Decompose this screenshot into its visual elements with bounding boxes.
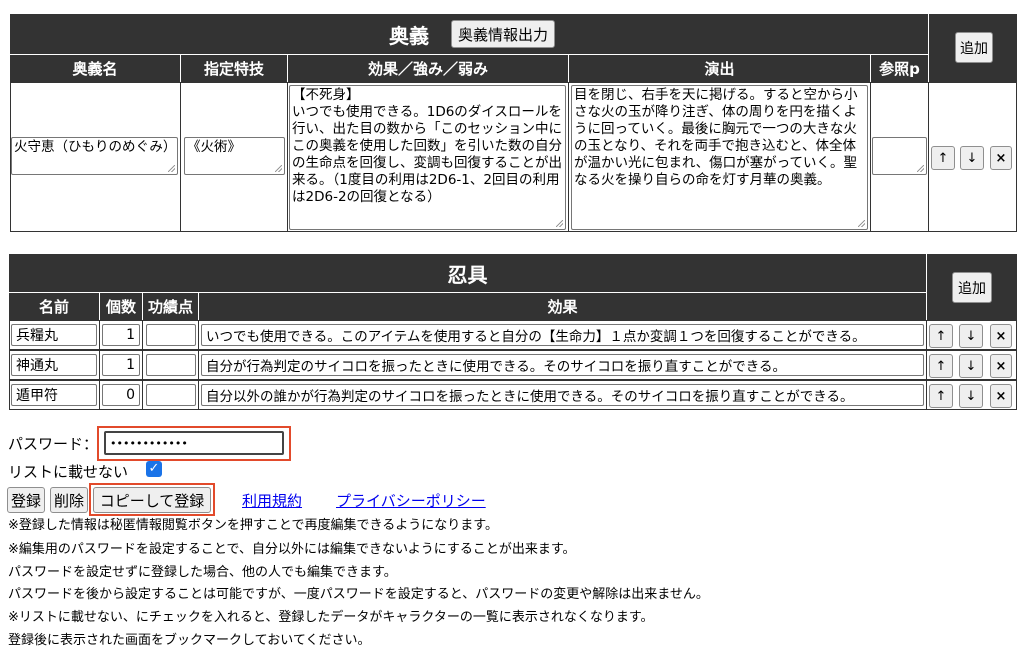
password-input[interactable]: •••••••••••• xyxy=(104,431,284,455)
ougi-performance-field[interactable]: 目を閉じ、右手を天に掲げる。すると空から小さな火の玉が降り注ぎ、体の周りを円を描… xyxy=(571,85,868,230)
ningu-header-name: 名前 xyxy=(9,293,99,320)
note-line: パスワードを後から設定することは可能ですが、一度パスワードを設定すると、パスワー… xyxy=(8,587,709,602)
ningu-move-up-button[interactable]: ↑ xyxy=(929,384,953,408)
ningu-delete-button[interactable]: × xyxy=(990,384,1012,408)
ningu-merit-field[interactable] xyxy=(146,354,196,376)
ningu-move-up-button[interactable]: ↑ xyxy=(929,324,953,348)
ningu-effect-field[interactable]: いつでも使用できる。このアイテムを使用すると自分の【生命力】１点か変調１つを回復… xyxy=(201,324,924,346)
ougi-header-skill: 指定特技 xyxy=(181,55,287,82)
note-line: 登録後に表示された画面をブックマークしておいてください。 xyxy=(8,633,371,648)
privacy-link[interactable]: プライバシーポリシー xyxy=(336,490,486,511)
ougi-title: 奥義 xyxy=(389,23,429,48)
ningu-header-merit: 功績点 xyxy=(143,293,198,320)
ougi-header-performance: 演出 xyxy=(569,55,870,82)
note-line: ※登録した情報は秘匿情報閲覧ボタンを押すことで再度編集できるようになります。 xyxy=(8,518,498,533)
ougi-add-button[interactable]: 追加 xyxy=(955,32,993,63)
delete-button[interactable]: 削除 xyxy=(50,487,88,513)
ningu-name-field[interactable]: 遁甲符 xyxy=(11,384,97,406)
ningu-table: 忍具 追加 名前 個数 功績点 効果 兵糧丸 1 いつでも使用できる。このアイテ… xyxy=(9,254,1017,410)
check-icon: ✓ xyxy=(148,461,160,476)
password-label: パスワード： xyxy=(8,435,99,453)
ougi-header-page: 参照p xyxy=(871,55,928,82)
ougi-skill-field[interactable]: 《火術》 xyxy=(184,137,285,175)
ningu-add-button[interactable]: 追加 xyxy=(952,272,992,303)
ningu-title: 忍具 xyxy=(447,262,488,287)
note-line: ※編集用のパスワードを設定することで、自分以外には編集できないようにすることが出… xyxy=(8,542,576,557)
ougi-name-field[interactable]: 火守恵（ひもりのめぐみ） xyxy=(11,137,178,175)
ningu-merit-field[interactable] xyxy=(146,384,196,406)
ougi-table: 奥義 奥義情報出力 追加 奥義名 指定特技 効果／強み／弱み 演出 参照p 火守… xyxy=(10,14,1017,232)
unlisted-label: リストに載せない xyxy=(8,463,129,481)
register-button[interactable]: 登録 xyxy=(7,487,45,513)
ougi-delete-button[interactable]: × xyxy=(990,146,1012,170)
ougi-move-up-button[interactable]: ↑ xyxy=(931,146,955,170)
copy-register-button[interactable]: コピーして登録 xyxy=(93,487,211,513)
ningu-delete-button[interactable]: × xyxy=(990,324,1012,348)
ningu-effect-field[interactable]: 自分以外の誰かが行為判定のサイコロを振ったときに使用できる。そのサイコロを振り直… xyxy=(201,384,924,406)
ningu-header-count: 個数 xyxy=(100,293,142,320)
ningu-count-field[interactable]: 1 xyxy=(102,354,140,376)
ningu-effect-field[interactable]: 自分が行為判定のサイコロを振ったときに使用できる。そのサイコロを振り直すことがで… xyxy=(201,354,924,376)
ningu-merit-field[interactable] xyxy=(146,324,196,346)
ningu-move-down-button[interactable]: ↓ xyxy=(959,324,983,348)
ougi-header-name: 奥義名 xyxy=(10,55,180,82)
ningu-header-effect: 効果 xyxy=(199,293,926,320)
note-line: ※リストに載せない、にチェックを入れると、登録したデータがキャラクターの一覧に表… xyxy=(8,610,654,625)
ningu-delete-button[interactable]: × xyxy=(990,354,1012,378)
note-line: パスワードを設定せずに登録した場合、他の人でも編集できます。 xyxy=(8,565,397,580)
ougi-effect-field[interactable]: 【不死身】 いつでも使用できる。1D6のダイスロールを行い、出た目の数から「この… xyxy=(289,85,566,230)
ningu-count-field[interactable]: 1 xyxy=(102,324,140,346)
ningu-move-down-button[interactable]: ↓ xyxy=(959,354,983,378)
terms-link[interactable]: 利用規約 xyxy=(242,490,302,511)
export-ougi-button[interactable]: 奥義情報出力 xyxy=(451,20,555,48)
ningu-move-down-button[interactable]: ↓ xyxy=(959,384,983,408)
ningu-name-field[interactable]: 兵糧丸 xyxy=(11,324,97,346)
ougi-page-field[interactable] xyxy=(872,137,927,175)
ningu-name-field[interactable]: 神通丸 xyxy=(11,354,97,376)
ningu-count-field[interactable]: 0 xyxy=(102,384,140,406)
ningu-move-up-button[interactable]: ↑ xyxy=(929,354,953,378)
ougi-header-effect: 効果／強み／弱み xyxy=(288,55,568,82)
ougi-move-down-button[interactable]: ↓ xyxy=(960,146,984,170)
unlisted-checkbox[interactable]: ✓ xyxy=(146,461,162,477)
